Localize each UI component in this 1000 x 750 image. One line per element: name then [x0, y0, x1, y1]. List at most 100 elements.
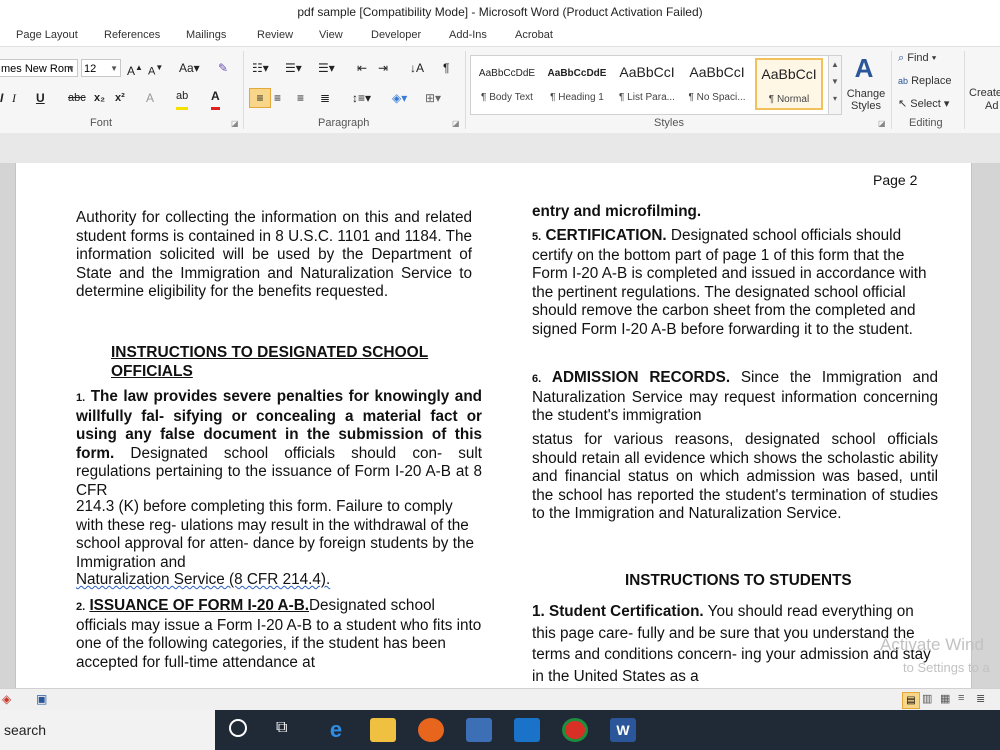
subscript-button[interactable]: x₂: [94, 89, 105, 107]
chevron-up-icon[interactable]: ▲: [829, 60, 841, 69]
style-list-paragraph[interactable]: AaBbCcI ¶ List Para...: [613, 58, 681, 110]
sort-icon[interactable]: ↓A: [410, 59, 424, 77]
style-sample: AaBbCcDdE: [547, 68, 607, 79]
student-certification: 1. Student Certification. You should rea…: [532, 601, 938, 687]
styles-dialog-launcher-icon[interactable]: ◪: [878, 119, 886, 128]
chevron-down-icon: ▼: [110, 64, 118, 73]
align-right-button[interactable]: ≡: [297, 89, 304, 107]
numbering-icon[interactable]: ☰▾: [285, 59, 302, 77]
show-marks-icon[interactable]: ¶: [443, 59, 449, 77]
multilevel-list-icon[interactable]: ☰▾: [318, 59, 335, 77]
print-layout-icon[interactable]: ▤: [902, 692, 920, 709]
tab-acrobat[interactable]: Acrobat: [515, 29, 553, 41]
outline-icon[interactable]: ≡: [958, 692, 964, 704]
macro-icon[interactable]: ▣: [36, 692, 47, 706]
change-styles-icon: A: [854, 53, 874, 83]
font-name-combo[interactable]: mes New Rom ▼: [0, 59, 78, 77]
list-item-admission-records: 6. ADMISSION RECORDS. Since the Immigrat…: [532, 369, 938, 426]
styles-group-label: Styles: [654, 117, 684, 129]
gallery-scroll[interactable]: ▲ ▼ ▾: [828, 56, 841, 114]
font-color-icon[interactable]: A: [211, 89, 220, 110]
search-text: search: [4, 722, 47, 738]
spelling-status-icon[interactable]: ◈: [2, 692, 11, 706]
task-view-icon[interactable]: ⧉: [276, 719, 287, 737]
taskbar-search[interactable]: search: [0, 710, 215, 750]
style-body-text[interactable]: AaBbCcDdE ¶ Body Text: [473, 58, 541, 110]
tab-developer[interactable]: Developer: [371, 29, 421, 41]
grow-font-icon[interactable]: A▲: [127, 59, 143, 78]
tab-view[interactable]: View: [319, 29, 343, 41]
font-size-value: 12: [84, 63, 97, 75]
text-effects-icon[interactable]: A: [146, 89, 154, 107]
strikethrough-button[interactable]: abc: [68, 89, 86, 107]
title-bar: pdf sample [Compatibility Mode] - Micros…: [0, 0, 1000, 24]
word-icon[interactable]: W: [610, 718, 636, 742]
tab-add-ins[interactable]: Add-Ins: [449, 29, 487, 41]
align-center-button[interactable]: ≡: [274, 89, 281, 107]
tab-page-layout[interactable]: Page Layout: [16, 29, 78, 41]
underline-button[interactable]: U: [36, 89, 45, 107]
select-cursor-icon: ↖: [898, 98, 908, 110]
chevron-down-icon: ▼: [67, 64, 75, 73]
tab-mailings[interactable]: Mailings: [186, 29, 226, 41]
taskbar: search ⧉ e W: [0, 710, 1000, 750]
full-screen-reading-icon[interactable]: ▥: [922, 692, 932, 705]
line-spacing-icon[interactable]: ↕≡▾: [352, 89, 371, 107]
style-name: ¶ Normal: [768, 94, 810, 105]
create-label: Create: [969, 87, 1000, 99]
penalties-text-a: Designated school officials should con- …: [76, 444, 483, 499]
edge-icon[interactable]: e: [323, 718, 349, 742]
create-adobe-button[interactable]: Create Ad: [969, 87, 1000, 113]
bold-button[interactable]: I: [0, 89, 3, 107]
heading-officials: OFFICIALS: [111, 363, 193, 380]
styles-gallery: AaBbCcDdE ¶ Body Text AaBbCcDdE ¶ Headin…: [470, 55, 842, 115]
bullets-icon[interactable]: ☷▾: [252, 59, 269, 77]
list-number: 6.: [532, 373, 542, 385]
cortana-icon[interactable]: [229, 719, 247, 737]
chrome-icon[interactable]: [562, 718, 588, 742]
superscript-button[interactable]: x²: [115, 89, 125, 107]
style-no-spacing[interactable]: AaBbCcI ¶ No Spaci...: [683, 58, 751, 110]
mail-icon[interactable]: [514, 718, 540, 742]
certification-bold: CERTIFICATION.: [545, 227, 667, 244]
decrease-indent-icon[interactable]: ⇤: [357, 59, 367, 77]
paragraph-dialog-launcher-icon[interactable]: ◪: [452, 119, 460, 128]
heading-instructions-students: INSTRUCTIONS TO STUDENTS: [625, 572, 852, 589]
tab-references[interactable]: References: [104, 29, 160, 41]
web-layout-icon[interactable]: ▦: [940, 692, 950, 705]
find-button[interactable]: ⌕ Find ▾: [898, 52, 936, 65]
increase-indent-icon[interactable]: ⇥: [378, 59, 388, 77]
style-sample: AaBbCcDdE: [478, 68, 536, 79]
document-page: Page 2 Authority for collecting the info…: [15, 163, 972, 688]
draft-icon[interactable]: ≣: [976, 692, 985, 705]
find-label: Find: [907, 52, 929, 64]
shrink-font-icon[interactable]: A▼: [148, 59, 163, 78]
align-left-button[interactable]: ≡: [249, 88, 271, 108]
firefox-icon[interactable]: [418, 718, 444, 742]
file-explorer-icon[interactable]: [370, 718, 396, 742]
store-icon[interactable]: [466, 718, 492, 742]
style-sample: AaBbCcI: [619, 64, 675, 80]
document-area: Page 2 Authority for collecting the info…: [0, 163, 1000, 688]
change-case-icon[interactable]: Aa▾: [179, 59, 200, 77]
clear-formatting-icon[interactable]: ✎: [218, 59, 228, 77]
shading-icon[interactable]: ◈▾: [392, 89, 407, 107]
penalties-text-b: 214.3 (K) before completing this form. F…: [76, 498, 474, 571]
font-dialog-launcher-icon[interactable]: ◪: [231, 119, 239, 128]
chevron-down-icon[interactable]: ▼: [829, 77, 841, 86]
highlight-icon[interactable]: ab: [176, 89, 189, 110]
borders-icon[interactable]: ⊞▾: [425, 89, 441, 107]
select-button[interactable]: ↖ Select ▾: [898, 97, 949, 110]
font-size-combo[interactable]: 12 ▼: [81, 59, 121, 77]
tab-review[interactable]: Review: [257, 29, 293, 41]
style-heading-1[interactable]: AaBbCcDdE ¶ Heading 1: [543, 58, 611, 110]
style-normal[interactable]: AaBbCcI ¶ Normal: [755, 58, 823, 110]
ribbon-tabs: Page Layout References Mailings Review V…: [0, 24, 1000, 46]
penalties-text-c: Naturalization Service (8 CFR 214.4).: [76, 571, 331, 588]
italic-button[interactable]: I: [12, 89, 16, 107]
heading-instructions-school: INSTRUCTIONS TO DESIGNATED SCHOOL: [111, 344, 429, 361]
list-item-certification: 5. CERTIFICATION. Designated school offi…: [532, 227, 938, 339]
justify-button[interactable]: ≣: [320, 89, 330, 107]
replace-button[interactable]: ab Replace: [898, 75, 951, 87]
more-icon[interactable]: ▾: [829, 94, 841, 103]
